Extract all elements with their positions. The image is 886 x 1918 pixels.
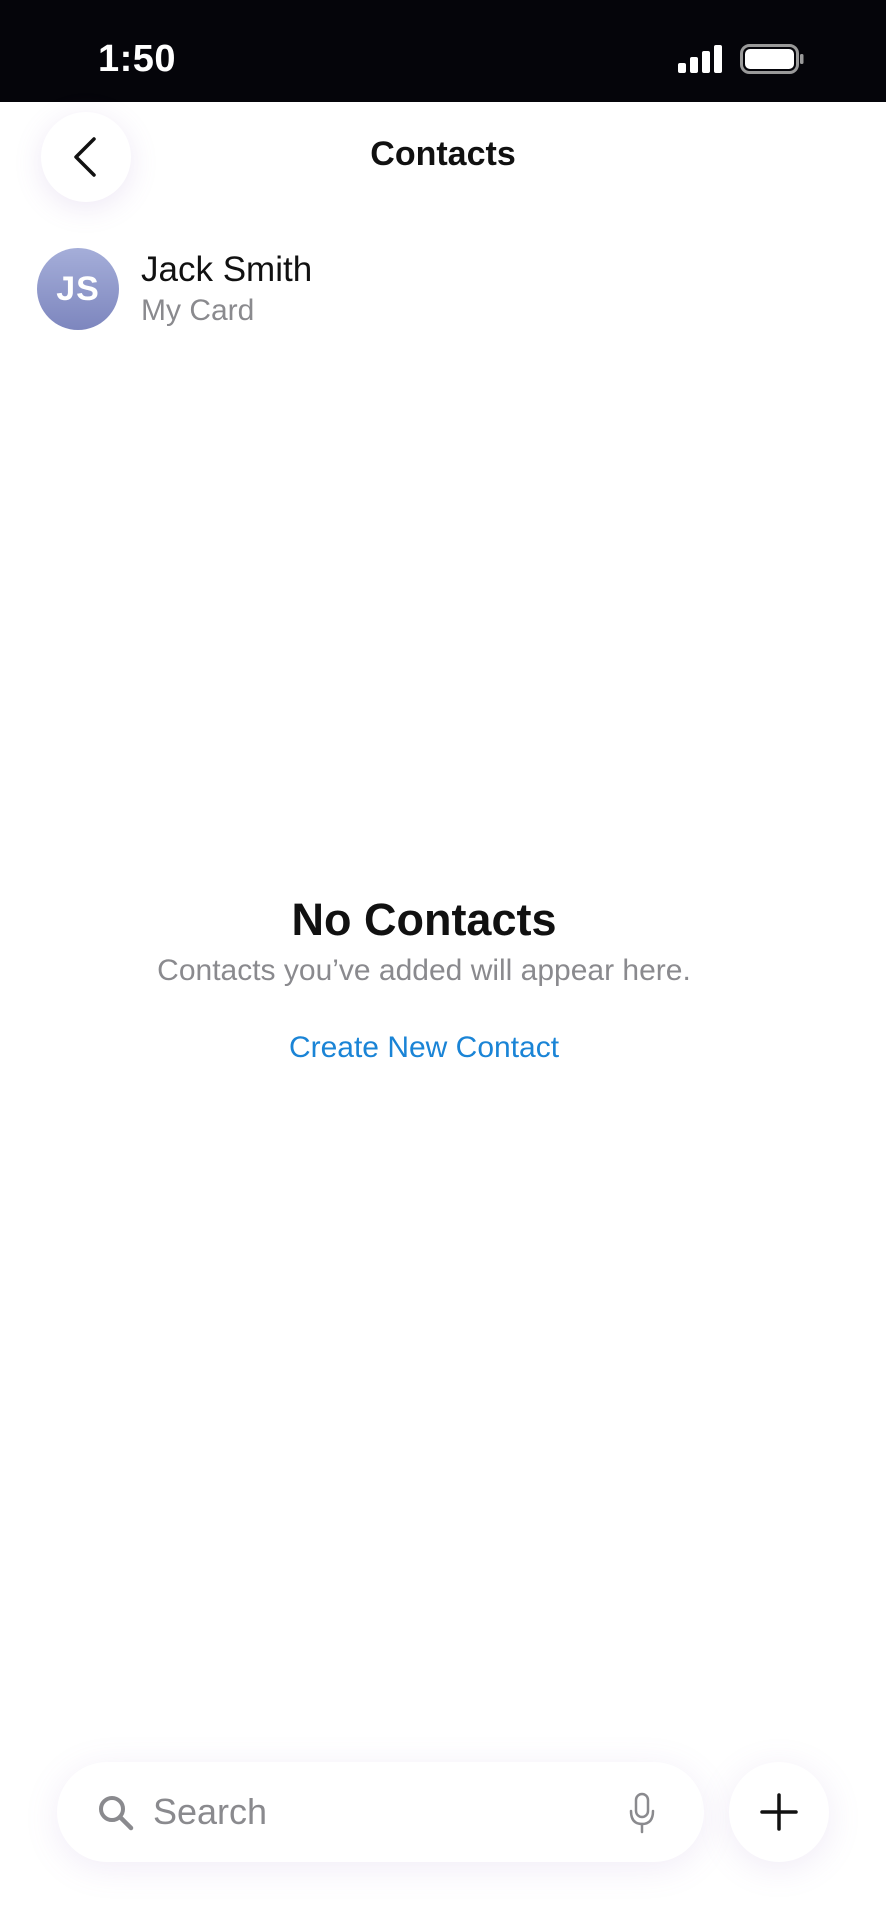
status-bar: 1:50 (0, 0, 886, 102)
add-contact-button[interactable] (729, 1762, 829, 1862)
plus-icon (760, 1793, 798, 1831)
search-bar[interactable] (57, 1762, 704, 1862)
my-card-row[interactable]: JS Jack Smith My Card (0, 238, 886, 340)
microphone-icon[interactable] (627, 1792, 657, 1834)
signal-icon (678, 45, 722, 73)
contacts-screen: 1:50 Contacts JS Jack Smith My Card No C… (0, 0, 886, 1918)
contact-name: Jack Smith (141, 250, 313, 289)
search-input[interactable] (153, 1784, 593, 1840)
my-card-label: My Card (141, 294, 255, 327)
page-title: Contacts (370, 135, 516, 173)
battery-icon (740, 44, 804, 74)
status-time: 1:50 (98, 38, 177, 80)
search-icon (99, 1796, 134, 1831)
empty-state-message: Contacts you’ve added will appear here. (157, 954, 691, 987)
avatar: JS (37, 248, 119, 330)
empty-state-title: No Contacts (291, 894, 557, 945)
create-new-contact-link[interactable]: Create New Contact (0, 1031, 848, 1065)
